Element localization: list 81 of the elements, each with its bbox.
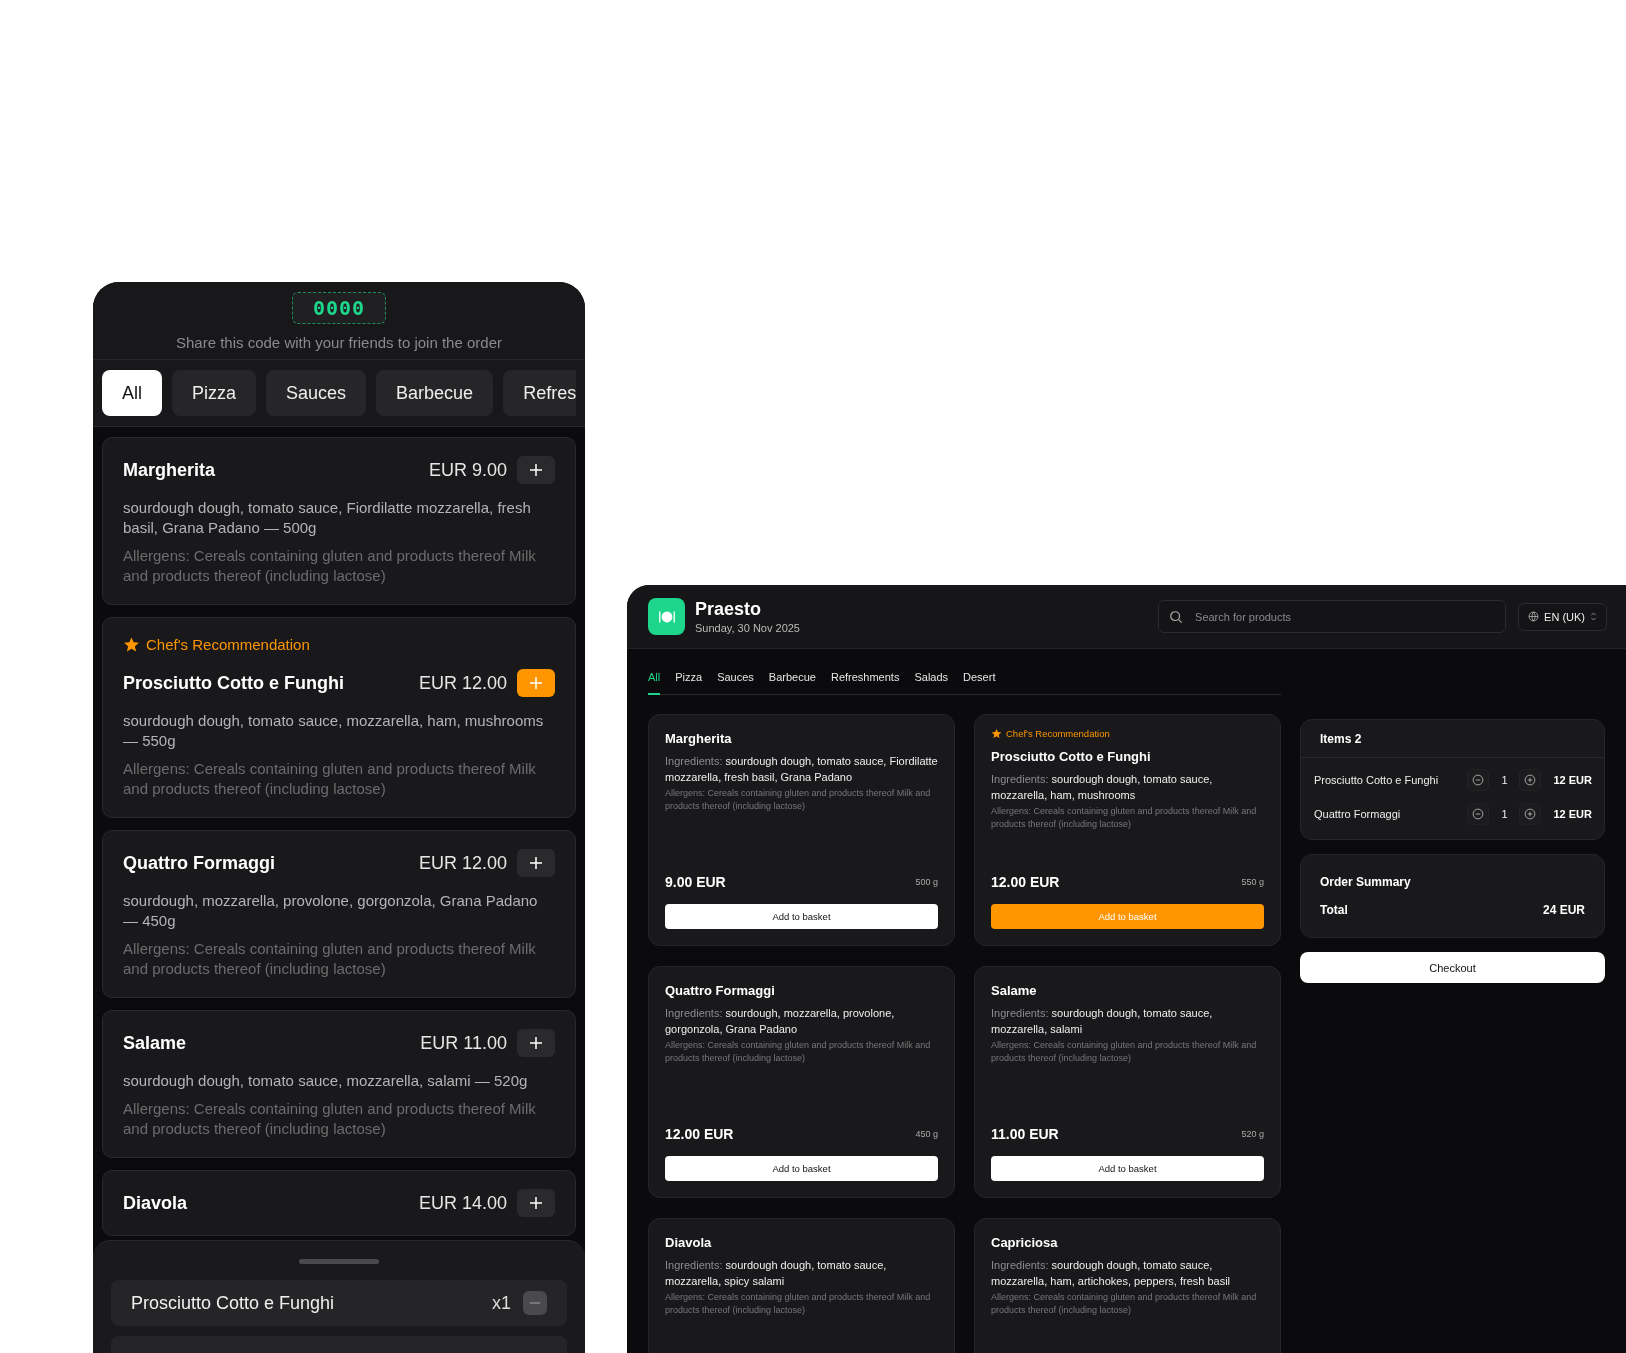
category-tab[interactable]: Refreshments xyxy=(830,665,900,695)
add-to-basket-button[interactable]: Add to basket xyxy=(665,904,938,929)
item-quantity: x1 xyxy=(492,1292,511,1314)
item-price: 12 EUR xyxy=(1553,774,1592,786)
category-tab[interactable]: All xyxy=(102,370,162,416)
product-price: 12.00 EUR xyxy=(665,1126,734,1142)
search-field[interactable]: Search for products xyxy=(1158,600,1507,633)
product-description: sourdough dough, tomato sauce, Fiordilatte mozzarella, fresh basil, Grana Padano — 500g xyxy=(123,498,532,538)
item-quantity: 1 xyxy=(1500,774,1509,786)
category-tab[interactable]: All xyxy=(648,665,661,695)
allergens-text: Allergens: Cereals containing gluten and products thereof Milk and products thereof (including lactose) xyxy=(123,759,537,799)
product-description: sourdough dough, tomato sauce, mozzarella, salami — 520g xyxy=(123,1071,529,1091)
product-name: Margherita xyxy=(665,731,733,746)
current-date: Sunday, 30 Nov 2025 xyxy=(695,622,800,634)
ingredients-text: Ingredients: sourdough dough, tomato sauce, Fiordilatte mozzarella, fresh basil, Grana Padano xyxy=(665,754,938,785)
product-description: sourdough dough, tomato sauce, mozzarella, ham, mushrooms — 550g xyxy=(123,711,545,751)
total-amount: 24 EUR xyxy=(1542,903,1585,917)
product-price: 12.00 EUR xyxy=(991,874,1060,890)
allergens-text: Allergens: Cereals containing gluten and products thereof Milk and products thereof (including lactose) xyxy=(991,1039,1258,1064)
allergens-text: Allergens: Cereals containing gluten and products thereof Milk and products thereof (including lactose) xyxy=(665,1291,932,1316)
category-tab[interactable]: Sauces xyxy=(717,665,754,695)
share-hint: Share this code with your friends to join the order xyxy=(176,334,502,351)
product-name: Capriciosa xyxy=(991,1235,1059,1250)
basket-item-name: Prosciutto Cotto e Funghi xyxy=(1314,774,1440,786)
product-price: EUR 9.00 xyxy=(428,459,507,481)
product-name: Prosciutto Cotto e Funghi xyxy=(991,749,1152,764)
checkout-button[interactable]: Checkout xyxy=(1300,952,1605,983)
item-price: 12 EUR xyxy=(1553,808,1592,820)
category-tab[interactable]: Pizza xyxy=(675,665,703,695)
product-name: Prosciutto Cotto e Funghi xyxy=(123,672,344,694)
category-tab[interactable]: Salads xyxy=(914,665,949,695)
product-price: EUR 11.00 xyxy=(420,1032,507,1054)
product-weight: 520 g xyxy=(1241,1129,1264,1139)
product-price: EUR 14.00 xyxy=(418,1192,507,1214)
product-name: Quattro Formaggi xyxy=(665,983,776,998)
summary-title: Order Summary xyxy=(1320,875,1412,889)
product-name: Salame xyxy=(991,983,1038,998)
product-name: Diavola xyxy=(665,1235,713,1250)
brand-name: Praesto xyxy=(695,599,763,620)
product-description: sourdough, mozzarella, provolone, gorgonzola, Grana Padano — 450g xyxy=(123,891,539,931)
ingredients-text: Ingredients: sourdough dough, tomato sauce, mozzarella, salami xyxy=(991,1006,1214,1037)
product-weight: 550 g xyxy=(1241,877,1264,887)
category-tab[interactable]: Barbecue xyxy=(768,665,816,695)
ingredients-text: Ingredients: sourdough dough, tomato sauce, mozzarella, ham, mushrooms xyxy=(991,772,1214,803)
category-tab[interactable]: Sauces xyxy=(266,370,367,416)
product-weight: 500 g xyxy=(915,877,938,887)
item-quantity: 1 xyxy=(1500,808,1509,820)
product-name: Diavola xyxy=(123,1192,188,1214)
add-to-basket-button[interactable]: Add to basket xyxy=(991,1156,1264,1181)
ingredients-text: Ingredients: sourdough dough, tomato sauce, mozzarella, ham, artichokes, peppers, fresh basil xyxy=(991,1258,1232,1289)
allergens-text: Allergens: Cereals containing gluten and products thereof Milk and products thereof (including lactose) xyxy=(123,939,537,979)
add-to-basket-button[interactable]: Add to basket xyxy=(665,1156,938,1181)
allergens-text: Allergens: Cereals containing gluten and products thereof Milk and products thereof (including lactose) xyxy=(991,1291,1258,1316)
allergens-text: Allergens: Cereals containing gluten and products thereof Milk and products thereof (including lactose) xyxy=(991,805,1258,830)
product-name: Quattro Formaggi xyxy=(123,852,275,874)
product-weight: 450 g xyxy=(915,1129,938,1139)
product-price: 11.00 EUR xyxy=(991,1126,1059,1142)
order-code: 0000 xyxy=(291,292,387,324)
recommendation-label: Chef's Recommendation xyxy=(146,636,310,653)
ingredients-text: Ingredients: sourdough dough, tomato sauce, mozzarella, spicy salami xyxy=(665,1258,888,1289)
category-tab[interactable]: Pizza xyxy=(172,370,257,416)
search-input[interactable]: Search for products xyxy=(1193,609,1496,624)
total-label: Total xyxy=(1320,903,1348,917)
ingredients-text: Ingredients: sourdough, mozzarella, provolone, gorgonzola, Grana Padano xyxy=(665,1006,896,1037)
basket-item-name: Prosciutto Cotto e Funghi xyxy=(131,1292,335,1314)
product-name: Margherita xyxy=(123,459,216,481)
allergens-text: Allergens: Cereals containing gluten and products thereof Milk and products thereof (including lactose) xyxy=(665,787,932,812)
product-price: 9.00 EUR xyxy=(665,874,726,890)
allergens-text: Allergens: Cereals containing gluten and products thereof Milk and products thereof (including lactose) xyxy=(123,1099,537,1139)
language-select[interactable]: EN (UK) xyxy=(1518,602,1607,631)
allergens-text: Allergens: Cereals containing gluten and products thereof Milk and products thereof (including lactose) xyxy=(123,546,537,586)
basket-title: Items 2 xyxy=(1301,720,1604,758)
category-tab[interactable]: Refres xyxy=(503,370,576,416)
allergens-text: Allergens: Cereals containing gluten and products thereof Milk and products thereof (including lactose) xyxy=(665,1039,932,1064)
category-tab[interactable]: Desert xyxy=(963,665,996,695)
basket-item-name: Quattro Formaggi xyxy=(1314,808,1402,820)
product-price: EUR 12.00 xyxy=(418,852,507,874)
product-price: EUR 12.00 xyxy=(418,672,507,694)
category-tab[interactable]: Barbecue xyxy=(376,370,494,416)
recommendation-label: Chef's Recommendation xyxy=(1006,728,1110,739)
product-name: Salame xyxy=(123,1032,187,1054)
